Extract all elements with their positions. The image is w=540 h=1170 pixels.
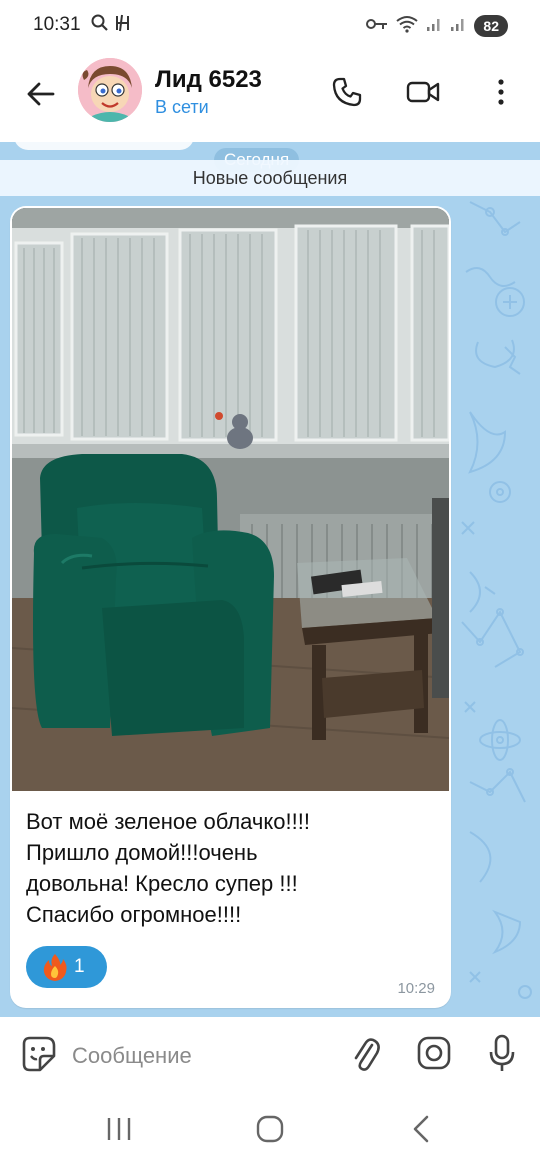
video-call-button[interactable] [401,72,445,116]
message-line: Вот моё зеленое облачко!!!! [26,809,310,834]
avatar-image [78,58,142,122]
attach-icon [350,1033,380,1078]
search-icon [90,13,110,38]
voice-message-button[interactable] [482,1033,522,1078]
chat-header: Лид 6523 В сети [0,52,540,142]
status-left-icons [90,14,132,36]
back-arrow-icon [25,81,55,112]
status-time: 10:31 [33,14,81,35]
avatar[interactable] [78,58,142,122]
message-line: довольна! Кресло супер !!! [26,871,298,896]
system-nav-bar [0,1095,540,1170]
camera-button[interactable] [414,1035,454,1075]
reaction-chip[interactable]: 1 [26,946,107,988]
new-messages-divider: Новые сообщения [0,160,540,196]
attach-button[interactable] [345,1035,385,1075]
message-line: Спасибо огромное!!!! [26,902,242,927]
message-photo[interactable] [12,208,449,791]
wifi-icon [396,15,419,38]
video-icon [406,79,440,110]
home-button[interactable] [248,1113,292,1149]
nav-back-icon [411,1114,431,1149]
home-icon [255,1114,285,1149]
message-time: 10:29 [397,980,435,997]
message-input[interactable] [70,1037,334,1075]
battery-indicator: 82 [474,15,508,37]
message-line: Пришло домой!!!очень [26,840,258,865]
camera-icon [416,1035,452,1076]
message-input-bar [0,1017,540,1095]
message-text: Вот моё зеленое облачко!!!! Пришло домой… [26,806,436,930]
signal-icon [426,16,442,37]
fire-reaction-icon [42,952,68,982]
more-vert-icon [497,78,505,111]
contact-name[interactable]: Лид 6523 [155,66,262,94]
signal-icon-2 [450,16,466,37]
sticker-emoji-button[interactable] [18,1034,58,1074]
app-notification-icon [114,13,132,38]
reaction-count: 1 [74,956,85,977]
key-icon [366,17,388,36]
sticker-emoji-icon [18,1036,58,1078]
nav-back-button[interactable] [399,1113,443,1149]
more-button[interactable] [479,72,523,116]
microphone-icon [487,1033,517,1078]
chat-area[interactable]: Сегодня Новые сообщения [0,142,540,1017]
status-bar: 10:31 82 [0,0,540,52]
back-button[interactable] [20,76,60,116]
message-bubble[interactable]: Вот моё зеленое облачко!!!! Пришло домой… [10,206,451,1008]
recents-icon [104,1116,134,1147]
photo-image [12,208,449,791]
contact-status: В сети [155,97,209,117]
recents-button[interactable] [97,1113,141,1149]
call-button[interactable] [325,72,369,116]
status-right: 82 [366,14,508,38]
phone-icon [331,76,363,113]
previous-message-bubble [14,142,194,150]
